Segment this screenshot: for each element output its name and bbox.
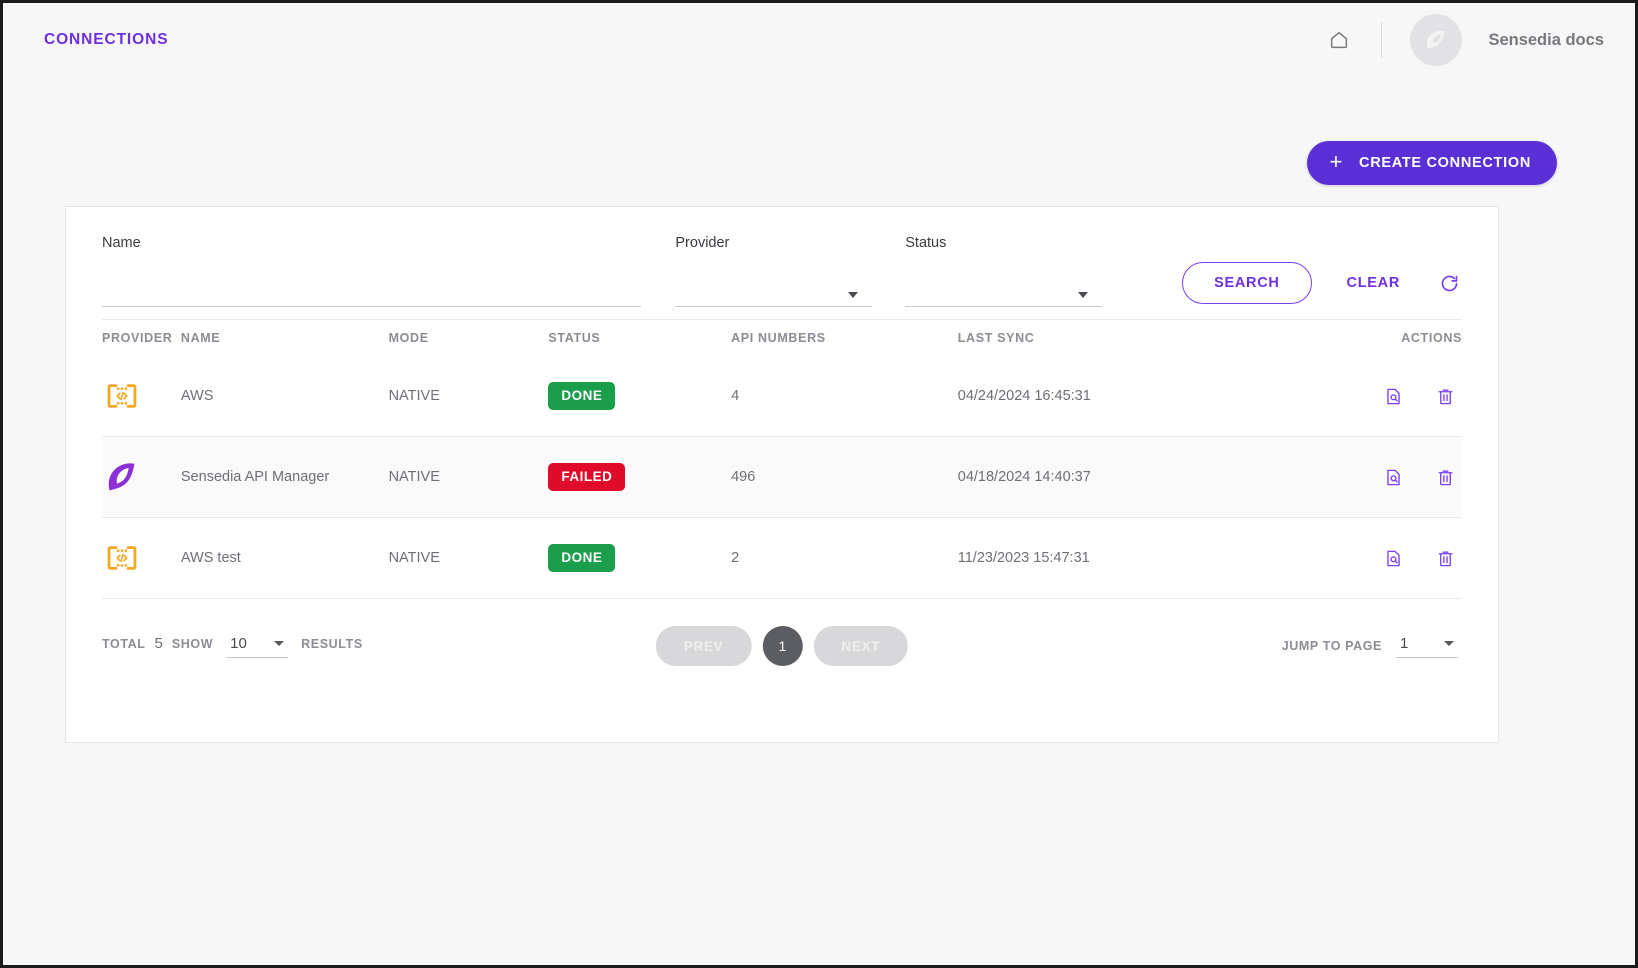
top-bar: CONNECTIONS Sensedia docs xyxy=(6,6,1632,74)
col-actions: ACTIONS xyxy=(1401,331,1463,345)
refresh-icon[interactable] xyxy=(1434,268,1464,298)
pagination: PREV 1 NEXT xyxy=(655,626,909,666)
create-connection-label: CREATE CONNECTION xyxy=(1359,155,1531,171)
row-status-cell: DONE xyxy=(548,544,731,572)
row-actions-cell xyxy=(1365,547,1462,569)
row-mode: NATIVE xyxy=(388,550,440,566)
status-badge: DONE xyxy=(548,544,616,572)
trash-icon[interactable] xyxy=(1434,385,1456,407)
sensedia-logo-icon xyxy=(102,457,142,497)
filter-bar: Name Provider Status SEARCH CLEAR xyxy=(66,207,1498,319)
chevron-down-icon xyxy=(274,640,285,646)
chevron-down-icon xyxy=(1444,640,1454,646)
table-header-row: PROVIDER NAME MODE STATUS API NUMBERS LA… xyxy=(102,320,1462,356)
total-label: TOTAL xyxy=(102,636,146,651)
jump-to-page-select[interactable]: 1 xyxy=(1396,635,1458,658)
row-api-numbers: 496 xyxy=(731,469,756,485)
status-filter-value[interactable] xyxy=(905,281,1103,307)
page-title: CONNECTIONS xyxy=(44,31,169,48)
col-name: NAME xyxy=(180,331,221,345)
row-mode: NATIVE xyxy=(388,469,440,485)
avatar[interactable] xyxy=(1410,14,1463,66)
row-api-numbers: 2 xyxy=(731,550,740,566)
name-filter-label: Name xyxy=(102,235,141,251)
search-button[interactable]: SEARCH xyxy=(1182,262,1312,304)
col-status: STATUS xyxy=(548,331,601,345)
page-size-value: 10 xyxy=(230,634,247,652)
trash-icon[interactable] xyxy=(1434,466,1456,488)
plus-icon: + xyxy=(1329,149,1344,174)
provider-filter: Provider xyxy=(675,233,873,307)
row-status-cell: DONE xyxy=(548,382,731,410)
results-summary: TOTAL 5 SHOW 10 RESULTS xyxy=(102,635,363,658)
trash-icon[interactable] xyxy=(1434,547,1456,569)
col-provider: PROVIDER xyxy=(102,331,173,345)
row-name: AWS xyxy=(180,388,214,404)
clear-button[interactable]: CLEAR xyxy=(1341,262,1406,304)
next-page-button[interactable]: NEXT xyxy=(813,626,909,666)
row-provider-cell xyxy=(102,457,181,497)
document-search-icon[interactable] xyxy=(1382,466,1404,488)
total-value: 5 xyxy=(154,634,163,652)
aws-api-gateway-icon xyxy=(102,538,142,578)
document-search-icon[interactable] xyxy=(1382,547,1404,569)
user-name: Sensedia docs xyxy=(1488,30,1604,49)
col-api-numbers: API NUMBERS xyxy=(731,331,826,345)
home-icon[interactable] xyxy=(1319,20,1359,60)
provider-filter-select[interactable] xyxy=(675,281,873,307)
row-mode: NATIVE xyxy=(388,388,440,404)
row-api-numbers: 4 xyxy=(731,388,740,404)
row-provider-cell xyxy=(102,376,181,416)
status-filter-label: Status xyxy=(905,235,947,251)
name-filter-input[interactable] xyxy=(102,281,642,307)
row-last-sync: 11/23/2023 15:47:31 xyxy=(957,550,1090,566)
table-row[interactable]: AWS test NATIVE DONE 2 11/23/2023 15:47:… xyxy=(102,518,1462,599)
document-search-icon[interactable] xyxy=(1382,385,1404,407)
status-filter-select[interactable] xyxy=(905,281,1103,307)
status-badge: DONE xyxy=(548,382,616,410)
row-provider-cell xyxy=(102,538,181,578)
top-bar-right: Sensedia docs xyxy=(1319,14,1604,66)
header-divider xyxy=(1381,22,1383,58)
col-last-sync: LAST SYNC xyxy=(957,331,1035,345)
connections-table: PROVIDER NAME MODE STATUS API NUMBERS LA… xyxy=(102,319,1462,599)
status-filter: Status xyxy=(905,233,1103,307)
aws-api-gateway-icon xyxy=(102,376,142,416)
row-actions-cell xyxy=(1365,466,1462,488)
row-name: Sensedia API Manager xyxy=(180,469,330,485)
col-mode: MODE xyxy=(388,331,429,345)
provider-filter-label: Provider xyxy=(675,235,730,251)
results-label: RESULTS xyxy=(301,636,363,651)
row-actions-cell xyxy=(1365,385,1462,407)
page-size-select[interactable]: 10 xyxy=(226,634,289,658)
jump-to-page: JUMP TO PAGE 1 xyxy=(1282,635,1462,658)
create-connection-button[interactable]: + CREATE CONNECTION xyxy=(1307,141,1557,185)
filter-actions: SEARCH CLEAR xyxy=(1182,233,1464,304)
current-page-button[interactable]: 1 xyxy=(762,626,803,666)
table-row[interactable]: AWS NATIVE DONE 4 04/24/2024 16:45:31 xyxy=(102,356,1462,437)
status-badge: FAILED xyxy=(548,463,626,491)
app-window: CONNECTIONS Sensedia docs + CREATE CONNE… xyxy=(0,0,1638,968)
connections-card: Name Provider Status SEARCH CLEAR PROVID… xyxy=(65,206,1499,743)
create-connection-row: + CREATE CONNECTION xyxy=(1307,141,1557,185)
jump-to-page-value: 1 xyxy=(1400,634,1409,652)
table-row[interactable]: Sensedia API Manager NATIVE FAILED 496 0… xyxy=(102,437,1462,518)
row-last-sync: 04/18/2024 14:40:37 xyxy=(957,469,1091,485)
provider-filter-value[interactable] xyxy=(675,281,873,307)
row-status-cell: FAILED xyxy=(548,463,731,491)
jump-to-page-label: JUMP TO PAGE xyxy=(1281,639,1382,653)
prev-page-button[interactable]: PREV xyxy=(655,626,752,666)
row-last-sync: 04/24/2024 16:45:31 xyxy=(957,388,1091,404)
row-name: AWS test xyxy=(180,550,241,566)
sensedia-logo-icon xyxy=(1427,30,1446,49)
show-label: SHOW xyxy=(171,636,214,651)
table-footer: TOTAL 5 SHOW 10 RESULTS PREV 1 NEXT JUMP… xyxy=(102,599,1462,693)
name-filter: Name xyxy=(102,233,642,307)
